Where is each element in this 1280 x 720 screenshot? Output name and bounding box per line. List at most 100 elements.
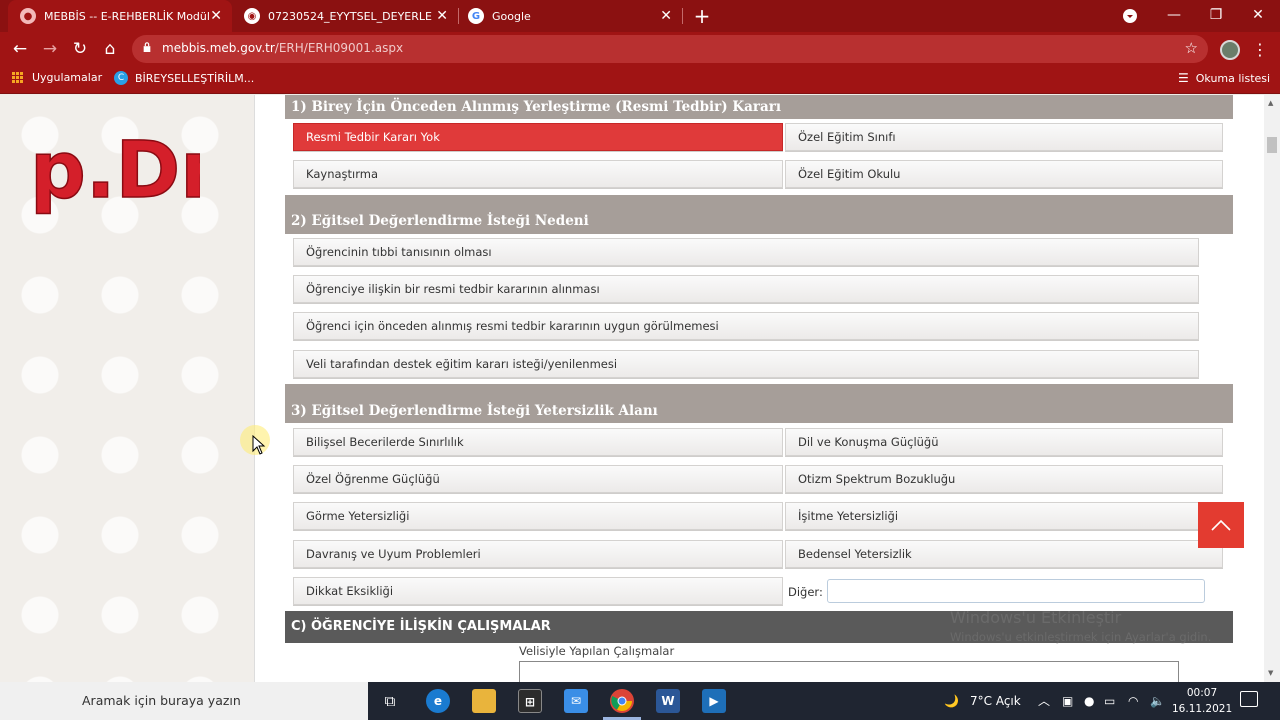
- reading-list-icon: ☰: [1178, 71, 1189, 85]
- menu-icon[interactable]: ⋮: [1252, 38, 1268, 62]
- disability-option[interactable]: İşitme Yetersizliği: [785, 502, 1223, 530]
- disability-option[interactable]: Bedensel Yetersizlik: [785, 540, 1223, 568]
- other-input[interactable]: [827, 579, 1205, 603]
- home-button[interactable]: ⌂: [98, 37, 122, 61]
- form-panel: 1) Birey İçin Önceden Alınmış Yerleştirm…: [254, 95, 1264, 682]
- task-view-icon[interactable]: ⧉: [378, 689, 402, 713]
- reason-option[interactable]: Veli tarafından destek eğitim kararı ist…: [293, 350, 1199, 378]
- new-tab-button[interactable]: +: [692, 4, 712, 28]
- url-path: /ERH/ERH09001.aspx: [274, 41, 404, 55]
- maximize-button[interactable]: ❐: [1196, 0, 1236, 32]
- weather-icon[interactable]: 🌙: [944, 682, 959, 720]
- reading-list-label: Okuma listesi: [1195, 71, 1271, 85]
- reading-list[interactable]: ☰ Okuma listesi: [1178, 71, 1270, 85]
- option-inclusion[interactable]: Kaynaştırma: [293, 160, 783, 188]
- section-1-header: 1) Birey İçin Önceden Alınmış Yerleştirm…: [285, 95, 1233, 119]
- disability-option[interactable]: Özel Öğrenme Güçlüğü: [293, 465, 783, 493]
- other-label: Diğer:: [788, 585, 823, 599]
- watermark-subtitle: Windows'u etkinleştirmek için Ayarlar'a …: [950, 630, 1212, 644]
- chrome-icon[interactable]: [610, 689, 634, 713]
- edge-icon[interactable]: e: [426, 689, 450, 713]
- battery-icon[interactable]: ▭: [1104, 682, 1115, 720]
- close-window-button[interactable]: ✕: [1238, 0, 1278, 32]
- web-page: p.Dr. 1) Birey İçin Önceden Alınmış Yerl…: [0, 95, 1264, 682]
- disability-option[interactable]: Görme Yetersizliği: [293, 502, 783, 530]
- reload-button[interactable]: ↻: [68, 37, 92, 61]
- close-tab-icon[interactable]: ✕: [436, 8, 448, 24]
- option-no-decision[interactable]: Resmi Tedbir Kararı Yok: [293, 123, 783, 151]
- close-tab-icon[interactable]: ✕: [660, 8, 672, 24]
- store-icon[interactable]: ⊞: [518, 689, 542, 713]
- clock-date: 16.11.2021: [1172, 703, 1233, 715]
- parent-work-textarea[interactable]: [519, 661, 1179, 682]
- scroll-down-icon[interactable]: ▼: [1268, 669, 1273, 677]
- weather-text[interactable]: 7°C Açık: [970, 682, 1021, 720]
- bookmark-label: Uygulamalar: [32, 71, 103, 84]
- pdr-logo: p.Dr.: [29, 125, 200, 217]
- option-special-class[interactable]: Özel Eğitim Sınıfı: [785, 123, 1223, 151]
- cursor-icon: [252, 435, 266, 455]
- url-host: mebbis.meb.gov.tr: [162, 41, 275, 55]
- network-device-icon[interactable]: ▣: [1062, 682, 1073, 720]
- disability-option[interactable]: Bilişsel Becerilerde Sınırlılık: [293, 428, 783, 456]
- tab-eyytsel[interactable]: ◉ 07230524_EYYTSEL_DEYERLENDİ ✕: [232, 0, 458, 32]
- notification-icon[interactable]: [1240, 691, 1258, 707]
- parent-work-label: Velisiyle Yapılan Çalışmalar: [519, 644, 675, 658]
- address-bar[interactable]: mebbis.meb.gov.tr/ERH/ERH09001.aspx ☆: [132, 35, 1208, 63]
- minimize-button[interactable]: —: [1154, 0, 1194, 32]
- disability-option[interactable]: Dikkat Eksikliği: [293, 577, 783, 605]
- word-icon[interactable]: W: [656, 689, 680, 713]
- disability-option[interactable]: Otizm Spektrum Bozukluğu: [785, 465, 1223, 493]
- tab-mebbis[interactable]: ● MEBBİS -- E-REHBERLİK Modülü ✕: [8, 0, 232, 32]
- scrollbar-thumb[interactable]: [1267, 137, 1277, 153]
- option-special-school[interactable]: Özel Eğitim Okulu: [785, 160, 1223, 188]
- mouse-cursor-highlight: [240, 425, 270, 455]
- wifi-icon[interactable]: ◠: [1128, 682, 1138, 720]
- chevron-up-icon: [1211, 519, 1231, 531]
- tab-title: MEBBİS -- E-REHBERLİK Modülü: [44, 9, 209, 23]
- reason-option[interactable]: Öğrenci için önceden alınmış resmi tedbi…: [293, 312, 1199, 340]
- disability-option[interactable]: Dil ve Konuşma Güçlüğü: [785, 428, 1223, 456]
- tab-google[interactable]: G Google ✕: [456, 0, 682, 32]
- media-app-icon[interactable]: ▶: [702, 689, 726, 713]
- apps-grid-icon: [12, 71, 24, 84]
- search-placeholder: Aramak için buraya yazın: [82, 693, 241, 708]
- bookmarks-bar: Uygulamalar C BİREYSELLEŞTİRİLM... ☰ Oku…: [0, 66, 1280, 94]
- forward-button[interactable]: →: [38, 37, 62, 61]
- back-button[interactable]: ←: [8, 37, 32, 61]
- tab-strip: ● MEBBİS -- E-REHBERLİK Modülü ✕ ◉ 07230…: [0, 0, 1280, 32]
- watermark-title: Windows'u Etkinleştir: [950, 608, 1122, 627]
- google-icon: G: [468, 8, 484, 24]
- tab-title: Google: [492, 9, 531, 23]
- system-clock[interactable]: 00:07 16.11.2021: [1172, 685, 1232, 717]
- section-2-header: 2) Eğitsel Değerlendirme İsteği Nedeni: [285, 195, 1233, 234]
- bookmark-apps[interactable]: Uygulamalar: [12, 71, 102, 84]
- tray-expand-icon[interactable]: ︿: [1038, 682, 1050, 720]
- bookmark-star-icon[interactable]: ☆: [1185, 39, 1198, 57]
- tab-search-icon[interactable]: [1110, 0, 1150, 32]
- disability-option[interactable]: Davranış ve Uyum Problemleri: [293, 540, 783, 568]
- profile-avatar[interactable]: [1220, 40, 1240, 60]
- scroll-to-top-button[interactable]: [1198, 502, 1244, 548]
- scroll-up-icon[interactable]: ▲: [1268, 99, 1273, 107]
- tab-title: 07230524_EYYTSEL_DEYERLENDİ: [268, 9, 433, 23]
- logo-text: p.Dr.: [30, 126, 200, 216]
- lock-icon: [143, 42, 151, 52]
- mail-icon[interactable]: ✉: [564, 689, 588, 713]
- browser-toolbar: ← → ↻ ⌂ mebbis.meb.gov.tr/ERH/ERH09001.a…: [0, 32, 1280, 66]
- close-tab-icon[interactable]: ✕: [210, 8, 222, 24]
- reason-option[interactable]: Öğrenciye ilişkin bir resmi tedbir karar…: [293, 275, 1199, 303]
- bookmark-bireysel[interactable]: C BİREYSELLEŞTİRİLM...: [114, 71, 254, 85]
- bookmark-site-icon: C: [114, 71, 128, 85]
- taskbar-search[interactable]: Aramak için buraya yazın: [0, 682, 368, 720]
- windows-activation-watermark: Windows'u Etkinleştir Windows'u etkinleş…: [950, 608, 1211, 644]
- microphone-icon[interactable]: ●: [1084, 682, 1094, 720]
- page-scrollbar[interactable]: ▲ ▼: [1264, 95, 1280, 682]
- clock-time: 00:07: [1186, 687, 1218, 699]
- file-explorer-icon[interactable]: [472, 689, 496, 713]
- url-text: mebbis.meb.gov.tr/ERH/ERH09001.aspx: [162, 41, 403, 55]
- bookmark-label: BİREYSELLEŞTİRİLM...: [135, 71, 255, 85]
- section-3-header: 3) Eğitsel Değerlendirme İsteği Yetersiz…: [285, 384, 1233, 423]
- reason-option[interactable]: Öğrencinin tıbbi tanısının olması: [293, 238, 1199, 266]
- volume-icon[interactable]: 🔈: [1150, 682, 1165, 720]
